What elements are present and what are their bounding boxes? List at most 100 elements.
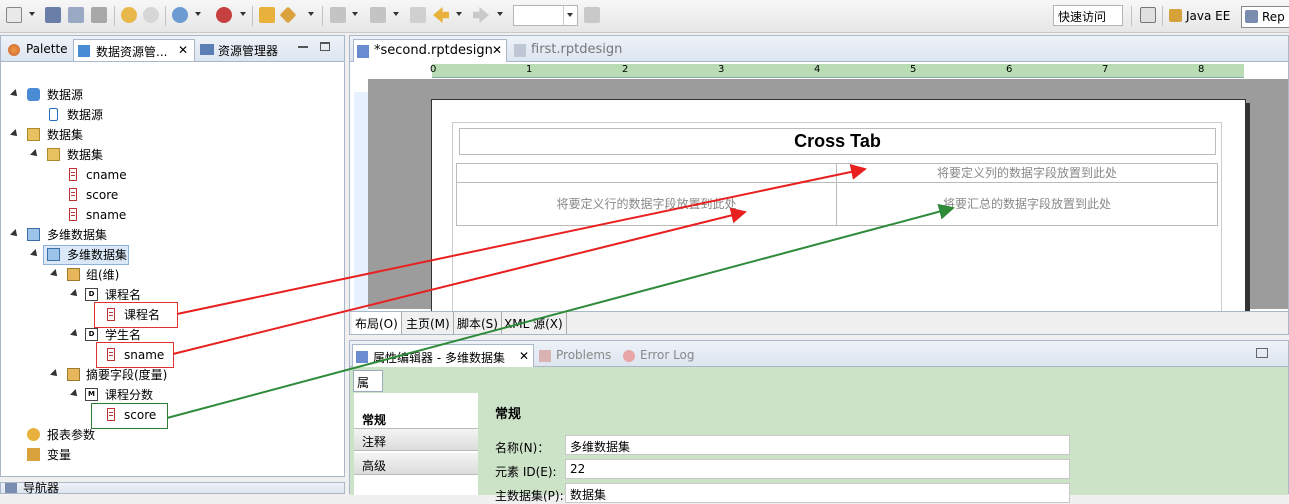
expand-icon[interactable] (70, 329, 80, 339)
tree-item-datasets[interactable]: 数据集 (10, 125, 83, 145)
element-id-field[interactable]: 22 (565, 459, 1070, 479)
tab-error-log[interactable]: Error Log (620, 344, 701, 367)
save-icon[interactable] (45, 7, 61, 23)
save-all-icon[interactable] (68, 7, 84, 23)
view-report-icon[interactable] (172, 7, 188, 23)
tree-item-measure-group[interactable]: M 课程分数 (70, 385, 153, 405)
tree-item-field-cname[interactable]: cname (67, 165, 127, 185)
group-folder-icon (67, 268, 80, 281)
view-menu-icon[interactable] (1256, 348, 1268, 358)
summary-drop-zone[interactable]: 将要汇总的数据字段放置到此处 (836, 182, 1218, 226)
view-dropdown-icon[interactable] (195, 12, 201, 16)
tab-layout[interactable]: 布局(O) (352, 312, 402, 334)
tree-item-summary-fields[interactable]: 摘要字段(度量) (50, 365, 167, 385)
expand-icon[interactable] (10, 129, 20, 139)
tab-script[interactable]: 脚本(S) (454, 312, 502, 334)
next-annotation-dropdown-icon[interactable] (352, 12, 358, 16)
forward-icon[interactable] (473, 7, 489, 23)
side-item-general[interactable]: 常规 (354, 407, 478, 429)
tree-item-report-parameters[interactable]: 报表参数 (11, 425, 95, 445)
new-dropdown-icon[interactable] (29, 12, 35, 16)
ruler-number: 6 (1006, 64, 1013, 75)
parameters-icon (27, 428, 40, 441)
tab-properties[interactable]: 属性 (353, 370, 383, 407)
tree-item-cubes[interactable]: 多维数据集 (10, 225, 107, 245)
open-folder-icon[interactable] (259, 7, 275, 23)
prev-annotation-dropdown-icon[interactable] (393, 12, 399, 16)
back-icon[interactable] (433, 7, 449, 23)
print-icon[interactable] (91, 7, 107, 23)
name-field[interactable]: 多维数据集 (565, 435, 1070, 455)
crosstab-corner-cell[interactable] (456, 163, 837, 183)
tab-master-page[interactable]: 主页(M) (403, 312, 454, 334)
report-perspective-icon (1245, 10, 1258, 23)
tab-palette[interactable]: Palette (4, 39, 74, 61)
expand-icon[interactable] (50, 369, 60, 379)
row-drop-zone[interactable]: 将要定义行的数据字段放置到此处 (456, 182, 837, 226)
expand-icon[interactable] (30, 249, 40, 259)
expand-icon[interactable] (10, 229, 20, 239)
expand-icon[interactable] (50, 269, 60, 279)
tab-resource-explorer[interactable]: 资源管理器 (196, 39, 284, 61)
tree-item-field-score[interactable]: score (67, 185, 118, 205)
back-dropdown-icon[interactable] (456, 12, 462, 16)
expand-icon[interactable] (30, 149, 40, 159)
tree-item-datasource[interactable]: 数据源 (49, 105, 103, 125)
tab-property-editor[interactable]: 属性编辑器 - 多维数据集 ✕ (352, 344, 534, 367)
last-edit-icon[interactable] (410, 7, 426, 23)
redo-icon[interactable] (143, 7, 159, 23)
ruler-number: 0 (430, 64, 437, 75)
tab-second-rptdesign[interactable]: *second.rptdesign ✕ (353, 39, 507, 62)
field-icon (69, 188, 77, 201)
minimize-icon[interactable] (298, 46, 308, 48)
crosstab-title[interactable]: Cross Tab (459, 128, 1216, 155)
ruler-number: 1 (526, 64, 533, 75)
name-label: 名称(N)： (495, 441, 550, 455)
pin-icon[interactable] (584, 7, 600, 23)
navigator-tab-strip: 导航器 (0, 479, 345, 496)
perspective-java-ee[interactable]: Java EE (1166, 6, 1234, 28)
undo-icon[interactable] (121, 7, 137, 23)
new-icon[interactable] (6, 7, 22, 23)
expand-icon[interactable] (70, 389, 80, 399)
expand-icon[interactable] (70, 289, 80, 299)
tab-navigator[interactable]: 导航器 (23, 479, 59, 496)
side-item-advanced[interactable]: 高级 (354, 453, 478, 475)
tab-first-rptdesign[interactable]: first.rptdesign (511, 39, 628, 62)
tree-item-datasources[interactable]: 数据源 (10, 85, 83, 105)
tools-dropdown-icon[interactable] (308, 12, 314, 16)
tree-item-cube[interactable]: 多维数据集 (30, 245, 129, 265)
tree-item-dataset[interactable]: 数据集 (30, 145, 103, 165)
prev-annotation-icon[interactable] (370, 7, 386, 23)
report-editor: *second.rptdesign ✕ first.rptdesign 0 1 2 3… (349, 35, 1289, 335)
open-perspective-icon[interactable] (1140, 7, 1156, 23)
dimension-icon: D (85, 288, 98, 301)
report-page[interactable]: Cross Tab 将要定义列的数据字段放置到此处 将要定义行的数据字段放置到此… (431, 99, 1246, 314)
forward-dropdown-icon[interactable] (497, 12, 503, 16)
column-drop-zone[interactable]: 将要定义列的数据字段放置到此处 (836, 163, 1218, 183)
quick-access-input[interactable]: 快速访问 (1053, 5, 1123, 26)
highlight-box-score (91, 403, 168, 429)
highlight-box-course (94, 302, 178, 328)
debug-icon[interactable] (216, 7, 232, 23)
crosstab[interactable]: Cross Tab 将要定义列的数据字段放置到此处 将要定义行的数据字段放置到此… (452, 122, 1222, 312)
tab-problems[interactable]: Problems (536, 344, 617, 367)
side-item-comments[interactable]: 注释 (354, 429, 478, 451)
primary-dataset-field[interactable]: 数据集 (565, 483, 1070, 503)
close-icon[interactable]: ✕ (492, 43, 502, 57)
tab-xml-source[interactable]: XML 源(X) (501, 312, 567, 334)
tab-data-explorer[interactable]: 数据资源管... ✕ (73, 39, 195, 61)
design-canvas[interactable]: Cross Tab 将要定义列的数据字段放置到此处 将要定义行的数据字段放置到此… (368, 79, 1288, 314)
next-annotation-icon[interactable] (330, 7, 346, 23)
toolbar-combo[interactable] (513, 5, 578, 26)
tree-item-field-sname[interactable]: sname (67, 205, 126, 225)
perspective-report[interactable]: Rep (1241, 6, 1289, 28)
tools-icon[interactable] (279, 6, 297, 24)
tree-item-variables[interactable]: 变量 (11, 445, 71, 465)
tree-item-groups[interactable]: 组(维) (50, 265, 119, 285)
expand-icon[interactable] (10, 89, 20, 99)
close-icon[interactable]: ✕ (178, 43, 188, 57)
maximize-icon[interactable] (320, 42, 330, 51)
close-icon[interactable]: ✕ (519, 349, 529, 363)
debug-dropdown-icon[interactable] (240, 12, 246, 16)
